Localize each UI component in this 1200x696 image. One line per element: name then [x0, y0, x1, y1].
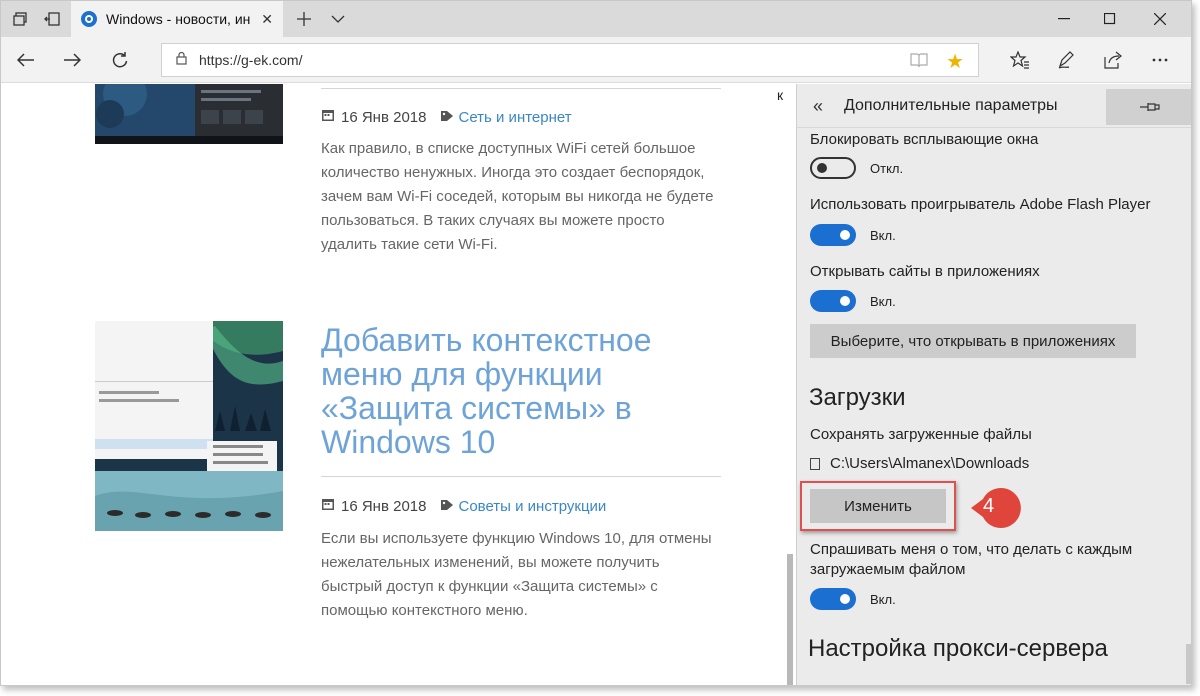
- folder-icon: [810, 457, 820, 470]
- article-date: 16 Янв 2018: [341, 497, 427, 515]
- pin-icon: [1140, 103, 1160, 111]
- flash-player-state: Вкл.: [870, 228, 896, 243]
- article-thumbnail[interactable]: [95, 321, 283, 531]
- excerpt-line: помощью контекстного меню.: [321, 602, 528, 619]
- excerpt-line: количество ненужных. Иногда это создает …: [321, 164, 705, 181]
- tag-icon: [440, 498, 454, 515]
- back-chevron-icon[interactable]: «: [813, 96, 823, 117]
- panel-header: « Дополнительные параметры: [797, 84, 1191, 128]
- clipped-page-text: к: [777, 87, 784, 103]
- favorite-star-icon[interactable]: ★: [946, 49, 964, 74]
- open-in-apps-toggle[interactable]: [810, 290, 856, 312]
- excerpt-line: быстрый доступ к функции «Защита системы…: [321, 578, 658, 595]
- panel-header-divider: [797, 127, 1191, 128]
- panel-title: Дополнительные параметры: [844, 97, 1058, 114]
- step-callout-badge: 4: [969, 485, 1021, 531]
- article-excerpt: Если вы используете функцию Windows 10, …: [321, 527, 731, 623]
- refresh-icon[interactable]: [105, 45, 135, 75]
- forward-icon[interactable]: [57, 45, 87, 75]
- change-folder-button[interactable]: Изменить: [810, 489, 946, 523]
- popup-block-toggle[interactable]: [810, 157, 856, 179]
- tab-manager-icon[interactable]: [11, 10, 29, 28]
- downloads-heading: Загрузки: [809, 384, 906, 411]
- article-divider: [321, 476, 721, 477]
- download-path-text: C:\Users\Almanex\Downloads: [830, 455, 1030, 472]
- tag-icon: [440, 109, 454, 126]
- web-note-pen-icon[interactable]: [1051, 45, 1081, 75]
- flash-player-toggle[interactable]: [810, 224, 856, 246]
- web-page-content: 16 Янв 2018 Сеть и интернет Как правило,…: [1, 84, 795, 685]
- article-meta: 16 Янв 2018 Советы и инструкции: [321, 497, 606, 515]
- browser-window: Windows - новости, ин ✕ https://g-ek.com…: [0, 0, 1192, 686]
- title-line: меню для функции: [321, 356, 603, 392]
- favorites-hub-icon[interactable]: [1005, 45, 1035, 75]
- article-title-link[interactable]: Добавить контекстное меню для функции «З…: [321, 323, 721, 459]
- highlight-box: Изменить: [800, 481, 956, 531]
- article-meta: 16 Янв 2018 Сеть и интернет: [321, 108, 572, 126]
- lock-icon: [176, 51, 187, 70]
- excerpt-line: зачем вам Wi-Fi соседей, которым вы нико…: [321, 188, 714, 205]
- url-text: https://g-ek.com/: [199, 52, 303, 68]
- more-menu-icon[interactable]: [1145, 45, 1175, 75]
- ask-each-download-label: Спрашивать меня о том, что делать с кажд…: [810, 541, 1132, 558]
- ask-label-line: Спрашивать меня о том, что делать с кажд…: [810, 541, 1133, 558]
- step-number: 4: [983, 495, 995, 517]
- tab-title: Windows - новости, ин: [106, 11, 251, 27]
- open-in-apps-state: Вкл.: [870, 294, 896, 309]
- article-divider: [321, 88, 721, 89]
- ask-label-line: загружаемым файлом: [810, 561, 966, 578]
- address-bar[interactable]: https://g-ek.com/ ★: [161, 43, 979, 77]
- ask-each-download-toggle[interactable]: [810, 588, 856, 610]
- tab-preview-chevron-icon[interactable]: [329, 10, 347, 28]
- back-icon[interactable]: [11, 45, 41, 75]
- close-window-icon[interactable]: [1137, 1, 1183, 37]
- excerpt-line: Как правило, в списке доступных WiFi сет…: [321, 140, 696, 157]
- minimize-icon[interactable]: [1041, 1, 1087, 37]
- advanced-settings-panel: « Дополнительные параметры Блокировать в…: [796, 84, 1191, 685]
- flash-player-label: Использовать проигрыватель Adobe Flash P…: [810, 196, 1151, 213]
- popup-block-state: Откл.: [870, 161, 904, 176]
- page-scrollbar[interactable]: [787, 554, 793, 685]
- share-icon[interactable]: [1099, 45, 1129, 75]
- proxy-heading: Настройка прокси-сервера: [808, 635, 1108, 662]
- panel-scrollbar[interactable]: [1186, 644, 1191, 684]
- excerpt-line: нежелательных изменений, вы можете получ…: [321, 554, 660, 571]
- article-category-link[interactable]: Сеть и интернет: [458, 109, 571, 126]
- article-date: 16 Янв 2018: [341, 108, 427, 126]
- set-tabs-aside-icon[interactable]: [43, 10, 61, 28]
- title-line: Добавить контекстное: [321, 322, 652, 358]
- excerpt-line: Если вы используете функцию Windows 10, …: [321, 530, 712, 547]
- article-category-link[interactable]: Советы и инструкции: [458, 498, 606, 515]
- maximize-icon[interactable]: [1087, 1, 1133, 37]
- download-path: C:\Users\Almanex\Downloads: [810, 455, 1029, 472]
- ask-each-download-label-cont: загружаемым файлом: [810, 561, 965, 578]
- save-downloads-label: Сохранять загруженные файлы: [810, 426, 1032, 443]
- excerpt-line: удалить такие сети Wi-Fi.: [321, 236, 498, 253]
- title-line: «Защита системы» в: [321, 390, 632, 426]
- pin-panel-button[interactable]: [1106, 89, 1191, 125]
- choose-apps-button[interactable]: Выберите, что открывать в приложениях: [810, 324, 1136, 358]
- excerpt-line: пользоваться. В таких случаях вы можете …: [321, 212, 665, 229]
- calendar-icon: [321, 108, 335, 126]
- title-line: Windows 10: [321, 424, 496, 460]
- calendar-icon: [321, 497, 335, 515]
- article-excerpt: Как правило, в списке доступных WiFi сет…: [321, 137, 731, 257]
- popup-block-label: Блокировать всплывающие окна: [810, 131, 1039, 148]
- article-thumbnail[interactable]: [95, 84, 283, 144]
- navigation-bar: https://g-ek.com/ ★: [1, 37, 1191, 83]
- ask-each-download-state: Вкл.: [870, 592, 896, 607]
- tab-bar: Windows - новости, ин ✕: [1, 1, 1191, 37]
- active-tab[interactable]: Windows - новости, ин ✕: [71, 1, 283, 37]
- reading-view-icon[interactable]: [910, 52, 928, 73]
- new-tab-icon[interactable]: [295, 10, 313, 28]
- site-favicon-icon: [81, 11, 97, 27]
- close-tab-icon[interactable]: ✕: [261, 11, 273, 28]
- open-in-apps-label: Открывать сайты в приложениях: [810, 263, 1040, 280]
